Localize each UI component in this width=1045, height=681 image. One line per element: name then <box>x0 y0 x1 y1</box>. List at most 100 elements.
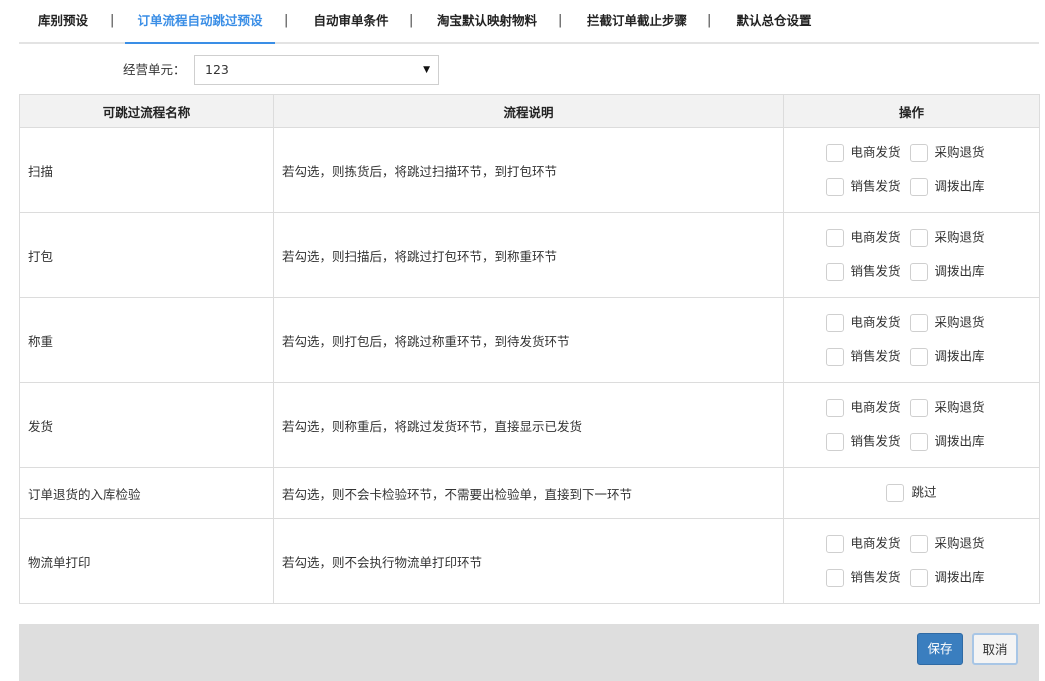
save-button[interactable]: 保存 <box>917 633 963 665</box>
flow-name: 物流单打印 <box>19 518 274 604</box>
option-ecommerce[interactable]: 电商发货 <box>825 141 910 165</box>
flow-desc: 若勾选，则不会执行物流单打印环节 <box>273 518 784 604</box>
business-unit-select[interactable]: 123 ▼ <box>194 55 439 85</box>
checkbox[interactable] <box>909 398 928 417</box>
option-purchase-return[interactable]: 采购退货 <box>909 396 994 420</box>
option-label: 采购退货 <box>934 535 985 551</box>
checkbox[interactable] <box>825 177 844 196</box>
option-label: 销售发货 <box>850 348 901 364</box>
options-cell: 电商发货 采购退货销售发货 调拨出库 <box>783 212 1040 298</box>
option-label: 调拨出库 <box>934 433 985 449</box>
option-label: 销售发货 <box>850 263 901 279</box>
caret-down-icon: ▼ <box>423 65 430 75</box>
option-purchase-return[interactable]: 采购退货 <box>909 311 994 335</box>
checkbox[interactable] <box>909 228 928 247</box>
skip-flow-table: 可跳过流程名称 流程说明 操作 扫描 若勾选，则拣货后，将跳过扫描环节，到打包环… <box>19 94 1040 604</box>
checkbox[interactable] <box>909 432 928 451</box>
option-label: 电商发货 <box>850 229 901 245</box>
checkbox[interactable] <box>909 313 928 332</box>
checkbox[interactable] <box>825 432 844 451</box>
header-flow-desc: 流程说明 <box>273 94 784 128</box>
checkbox[interactable] <box>825 228 844 247</box>
option-purchase-return[interactable]: 采购退货 <box>909 226 994 250</box>
cancel-button[interactable]: 取消 <box>972 633 1018 665</box>
option-skip[interactable]: 跳过 <box>886 481 937 505</box>
tab-auto-review[interactable]: 自动审单条件 <box>301 0 401 44</box>
option-ecommerce[interactable]: 电商发货 <box>825 226 910 250</box>
checkbox[interactable] <box>909 534 928 553</box>
option-ecommerce[interactable]: 电商发货 <box>825 532 910 556</box>
business-unit-label: 经营单元： <box>123 62 186 77</box>
tab-intercept-deadline[interactable]: 拦截订单截止步骤 <box>577 0 697 44</box>
options-cell: 电商发货 采购退货销售发货 调拨出库 <box>783 382 1040 468</box>
option-sales[interactable]: 销售发货 <box>825 566 910 590</box>
flow-name: 称重 <box>19 297 274 383</box>
tab-separator: | <box>110 13 115 28</box>
header-actions: 操作 <box>783 94 1040 128</box>
flow-name: 发货 <box>19 382 274 468</box>
checkbox[interactable] <box>825 347 844 366</box>
tab-taobao-mapping[interactable]: 淘宝默认映射物料 <box>427 0 547 44</box>
option-sales[interactable]: 销售发货 <box>825 430 910 454</box>
flow-desc: 若勾选，则不会卡检验环节，不需要出检验单，直接到下一环节 <box>273 467 784 519</box>
table-row: 称重 若勾选，则打包后，将跳过称重环节，到待发货环节 电商发货 采购退货销售发货 调… <box>19 297 1040 383</box>
checkbox[interactable] <box>909 568 928 587</box>
tab-separator: | <box>409 13 414 28</box>
option-label: 销售发货 <box>850 178 901 194</box>
option-sales[interactable]: 销售发货 <box>825 260 910 284</box>
checkbox[interactable] <box>825 568 844 587</box>
option-label: 电商发货 <box>850 144 901 160</box>
flow-desc: 若勾选，则称重后，将跳过发货环节，直接显示已发货 <box>273 382 784 468</box>
flow-name: 打包 <box>19 212 274 298</box>
flow-desc: 若勾选，则拣货后，将跳过扫描环节，到打包环节 <box>273 127 784 213</box>
filter-row: 经营单元： 123 ▼ <box>0 55 1045 85</box>
tab-separator: | <box>558 13 563 28</box>
option-label: 电商发货 <box>850 535 901 551</box>
table-row: 发货 若勾选，则称重后，将跳过发货环节，直接显示已发货 电商发货 采购退货销售发货… <box>19 382 1040 468</box>
footer-bar: 保存 取消 <box>19 624 1039 681</box>
table-row: 物流单打印 若勾选，则不会执行物流单打印环节 电商发货 采购退货销售发货 调拨出库 <box>19 518 1040 604</box>
option-label: 电商发货 <box>850 399 901 415</box>
checkbox[interactable] <box>825 313 844 332</box>
option-label: 采购退货 <box>934 229 985 245</box>
option-label: 采购退货 <box>934 314 985 330</box>
flow-desc: 若勾选，则扫描后，将跳过打包环节，到称重环节 <box>273 212 784 298</box>
option-sales[interactable]: 销售发货 <box>825 345 910 369</box>
tab-bar: 库别预设 | 订单流程自动跳过预设 | 自动审单条件 | 淘宝默认映射物料 | … <box>19 0 1039 44</box>
option-transfer[interactable]: 调拨出库 <box>909 260 994 284</box>
checkbox[interactable] <box>909 262 928 281</box>
option-label: 采购退货 <box>934 399 985 415</box>
checkbox[interactable] <box>909 347 928 366</box>
tab-default-warehouse[interactable]: 默认总仓设置 <box>724 0 824 44</box>
option-transfer[interactable]: 调拨出库 <box>909 175 994 199</box>
checkbox[interactable] <box>909 143 928 162</box>
option-label: 调拨出库 <box>934 178 985 194</box>
checkbox[interactable] <box>825 398 844 417</box>
option-label: 销售发货 <box>850 569 901 585</box>
flow-name: 订单退货的入库检验 <box>19 467 274 519</box>
options-cell: 跳过 <box>783 467 1040 519</box>
checkbox[interactable] <box>825 534 844 553</box>
checkbox[interactable] <box>909 177 928 196</box>
options-cell: 电商发货 采购退货销售发货 调拨出库 <box>783 127 1040 213</box>
option-sales[interactable]: 销售发货 <box>825 175 910 199</box>
table-row: 扫描 若勾选，则拣货后，将跳过扫描环节，到打包环节 电商发货 采购退货销售发货 调拨… <box>19 127 1040 213</box>
options-cell: 电商发货 采购退货销售发货 调拨出库 <box>783 297 1040 383</box>
tab-order-flow-skip[interactable]: 订单流程自动跳过预设 <box>125 0 275 44</box>
option-label: 调拨出库 <box>934 263 985 279</box>
checkbox[interactable] <box>825 262 844 281</box>
checkbox[interactable] <box>825 143 844 162</box>
option-label: 电商发货 <box>850 314 901 330</box>
option-transfer[interactable]: 调拨出库 <box>909 345 994 369</box>
option-transfer[interactable]: 调拨出库 <box>909 430 994 454</box>
business-unit-value: 123 <box>205 62 229 77</box>
option-ecommerce[interactable]: 电商发货 <box>825 396 910 420</box>
option-purchase-return[interactable]: 采购退货 <box>909 532 994 556</box>
checkbox[interactable] <box>886 483 905 502</box>
tab-separator: | <box>284 13 289 28</box>
option-purchase-return[interactable]: 采购退货 <box>909 141 994 165</box>
option-transfer[interactable]: 调拨出库 <box>909 566 994 590</box>
option-label: 销售发货 <box>850 433 901 449</box>
option-ecommerce[interactable]: 电商发货 <box>825 311 910 335</box>
tab-warehouse-preset[interactable]: 库别预设 <box>19 0 107 44</box>
